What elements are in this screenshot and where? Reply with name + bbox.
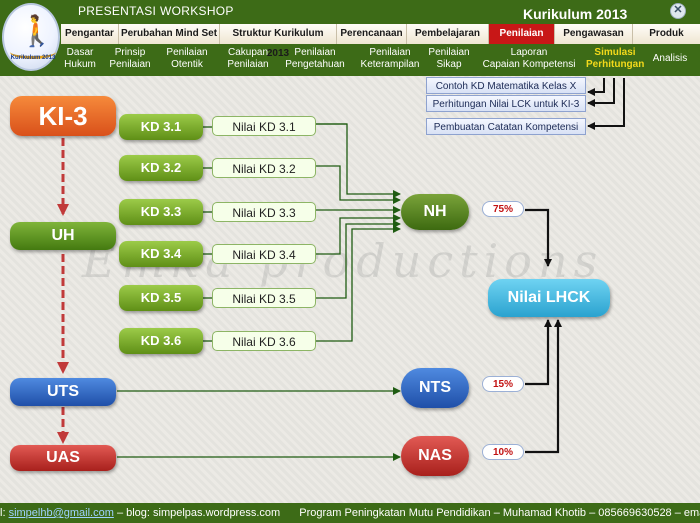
app-header: 🚶 Kurikulum 2013 PRESENTASI WORKSHOP Kur… bbox=[0, 0, 700, 76]
footer-bar: l: simpelhb@gmail.com – blog: simpelpas.… bbox=[0, 503, 700, 523]
menu-workshop[interactable]: WORKSHOP bbox=[160, 4, 234, 18]
submenu-penilaian-pengetahuan[interactable]: Penilaian Pengetahuan bbox=[284, 47, 346, 71]
submenu-line: Pengetahuan bbox=[285, 59, 345, 70]
submenu-prinsip-penilaian[interactable]: Prinsip Penilaian bbox=[106, 47, 154, 71]
ki3-node[interactable]: KI-3 bbox=[10, 96, 116, 136]
nilai-kd-3-4[interactable]: Nilai KD 3.4 bbox=[212, 244, 316, 264]
footer-blog[interactable]: – blog: simpelpas.wordpress.com bbox=[117, 507, 280, 519]
nas-node[interactable]: NAS bbox=[401, 436, 469, 476]
kd-3-4-node[interactable]: KD 3.4 bbox=[119, 241, 203, 267]
submenu-penilaian-otentik[interactable]: Penilaian Otentik bbox=[162, 47, 212, 71]
close-icon[interactable]: ✕ bbox=[670, 3, 686, 19]
nilai-kd-3-2[interactable]: Nilai KD 3.2 bbox=[212, 158, 316, 178]
submenu-line: Simulasi bbox=[594, 47, 636, 58]
submenu-line: Otentik bbox=[171, 59, 203, 70]
submenu-line: Prinsip bbox=[114, 47, 146, 58]
submenu-line: Laporan bbox=[510, 47, 548, 58]
nh-node[interactable]: NH bbox=[401, 194, 469, 230]
person-figure-icon: 🚶 bbox=[18, 15, 56, 48]
tab-perubahan-mind-set[interactable]: Perubahan Mind Set bbox=[119, 24, 220, 44]
footer-program: Program Peningkatan Mutu Pendidikan – Mu… bbox=[299, 507, 700, 519]
kd-3-2-node[interactable]: KD 3.2 bbox=[119, 155, 203, 181]
contoh-kd-button[interactable]: Contoh KD Matematika Kelas X bbox=[426, 77, 586, 94]
uts-node[interactable]: UTS bbox=[10, 378, 116, 406]
submenu-line: Hukum bbox=[64, 59, 96, 70]
tab-pengawasan[interactable]: Pengawasan bbox=[555, 24, 633, 44]
nts-node[interactable]: NTS bbox=[401, 368, 469, 408]
submenu-line: Penilaian bbox=[369, 47, 411, 58]
kurikulum-logo: 🚶 Kurikulum 2013 bbox=[2, 3, 60, 71]
submenu-line: Cakupan bbox=[227, 47, 269, 58]
tab-perencanaan[interactable]: Perencanaan bbox=[337, 24, 407, 44]
catatan-kompetensi-button[interactable]: Pembuatan Catatan Kompetensi bbox=[426, 118, 586, 135]
submenu-line: Sikap bbox=[436, 59, 462, 70]
diagram-canvas: Emka productions Contoh KD Matematika Ke… bbox=[0, 76, 700, 503]
submenu-cakupan-penilaian[interactable]: Cakupan Penilaian bbox=[224, 47, 272, 71]
nas-weight-badge: 10% bbox=[482, 444, 524, 460]
uas-node[interactable]: UAS bbox=[10, 445, 116, 471]
submenu-line: Capaian Kompetensi bbox=[482, 59, 576, 70]
submenu-dasar-hukum[interactable]: Dasar Hukum bbox=[62, 47, 98, 71]
submenu-penilaian-keterampilan[interactable]: Penilaian Keterampilan bbox=[358, 47, 422, 71]
submenu-line: Keterampilan bbox=[360, 59, 420, 70]
nts-weight-badge: 15% bbox=[482, 376, 524, 392]
submenu-penilaian-sikap[interactable]: Penilaian Sikap bbox=[426, 47, 472, 71]
tab-pembelajaran[interactable]: Pembelajaran bbox=[407, 24, 489, 44]
tab-produk[interactable]: Produk bbox=[633, 24, 700, 44]
submenu-line: Penilaian bbox=[109, 59, 151, 70]
app-title: Kurikulum 2013 bbox=[523, 6, 628, 22]
perhitungan-lck-button[interactable]: Perhitungan Nilai LCK untuk KI-3 bbox=[426, 95, 586, 112]
submenu-line: Penilaian bbox=[428, 47, 470, 58]
footer-email-prefix: l: bbox=[0, 507, 6, 519]
menu-presentasi[interactable]: PRESENTASI bbox=[78, 4, 156, 18]
nh-weight-badge: 75% bbox=[482, 201, 524, 217]
nilai-kd-3-3[interactable]: Nilai KD 3.3 bbox=[212, 202, 316, 222]
submenu-line: Penilaian bbox=[227, 59, 269, 70]
nilai-kd-3-6[interactable]: Nilai KD 3.6 bbox=[212, 331, 316, 351]
submenu-line: Dasar bbox=[66, 47, 94, 58]
submenu-line: Perhitungan bbox=[586, 59, 645, 70]
nilai-kd-3-1[interactable]: Nilai KD 3.1 bbox=[212, 116, 316, 136]
nilai-kd-3-5[interactable]: Nilai KD 3.5 bbox=[212, 288, 316, 308]
kd-3-1-node[interactable]: KD 3.1 bbox=[119, 114, 203, 140]
kd-3-5-node[interactable]: KD 3.5 bbox=[119, 285, 203, 311]
main-nav: Pengantar Perubahan Mind Set Struktur Ku… bbox=[61, 24, 700, 59]
tab-penilaian[interactable]: Penilaian bbox=[489, 24, 555, 44]
kd-3-3-node[interactable]: KD 3.3 bbox=[119, 199, 203, 225]
kd-3-6-node[interactable]: KD 3.6 bbox=[119, 328, 203, 354]
nilai-lhck-node[interactable]: Nilai LHCK bbox=[488, 279, 610, 317]
submenu-line: Analisis bbox=[652, 53, 688, 64]
footer-email-link[interactable]: simpelhb@gmail.com bbox=[9, 507, 114, 519]
submenu-line: Penilaian bbox=[294, 47, 336, 58]
submenu-laporan-capaian[interactable]: Laporan Capaian Kompetensi bbox=[482, 47, 576, 71]
submenu-simulasi-perhitungan[interactable]: Simulasi Perhitungan bbox=[586, 47, 644, 71]
submenu-analisis[interactable]: Analisis bbox=[650, 53, 690, 65]
submenu-line: Penilaian bbox=[166, 47, 208, 58]
tab-struktur-kurikulum[interactable]: Struktur Kurikulum 2013 bbox=[220, 24, 337, 59]
logo-caption: Kurikulum 2013 bbox=[10, 55, 56, 61]
uh-node[interactable]: UH bbox=[10, 222, 116, 250]
tab-pengantar[interactable]: Pengantar bbox=[61, 24, 119, 44]
